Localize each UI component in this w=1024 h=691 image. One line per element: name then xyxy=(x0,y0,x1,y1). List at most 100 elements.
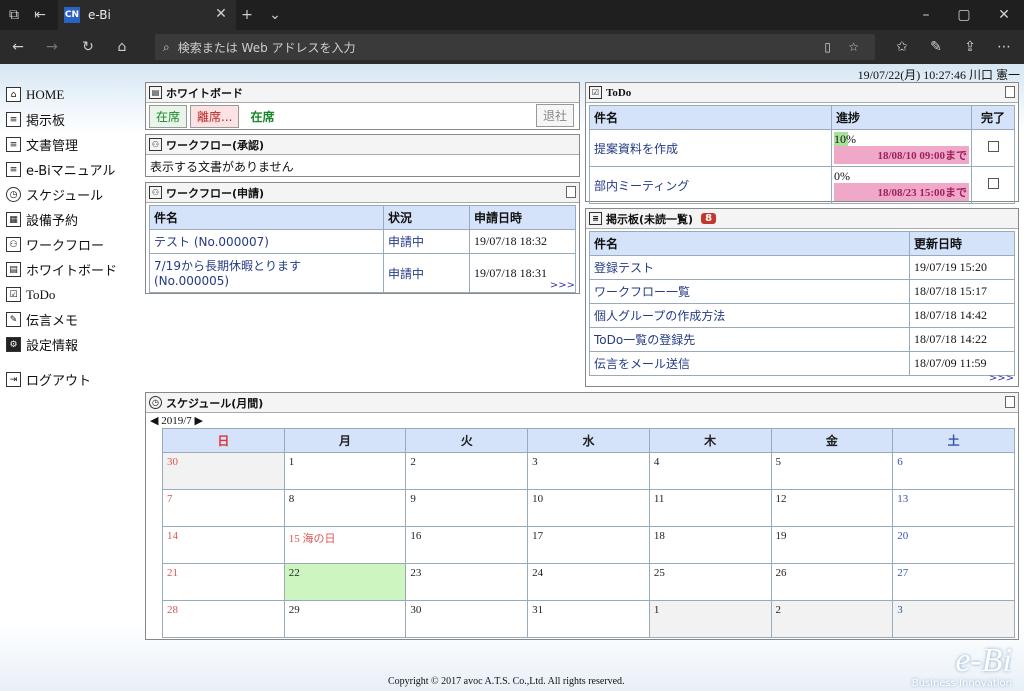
calendar-day[interactable]: 3 xyxy=(527,452,650,490)
clock-icon: ◷ xyxy=(6,187,21,202)
home-icon[interactable]: ⌂ xyxy=(112,37,132,57)
link-text[interactable]: テスト (No.000007) xyxy=(154,235,269,249)
workflow-apply-header: ⚇ ワークフロー(申請) xyxy=(146,183,579,203)
more-icon[interactable]: ⋯ xyxy=(994,37,1014,57)
done-checkbox[interactable] xyxy=(987,140,999,152)
sidebar-item-logout[interactable]: ⇥ ログアウト xyxy=(6,367,141,392)
tab-list-icon[interactable]: ⌄ xyxy=(266,6,284,24)
calendar-day[interactable]: 1 xyxy=(648,600,772,638)
calendar-day[interactable]: 31 xyxy=(527,600,650,638)
sidebar-item-settings[interactable]: ⚙ 設定情報 xyxy=(6,332,141,357)
calendar-day[interactable]: 11 xyxy=(648,489,772,527)
board-link[interactable]: 登録テスト xyxy=(594,261,654,275)
document-icon[interactable] xyxy=(1005,396,1015,408)
sidebar-item-manual[interactable]: ≡ e-Biマニュアル xyxy=(6,157,141,182)
calendar-day[interactable]: 25 xyxy=(648,563,772,601)
board-link[interactable]: 個人グループの作成方法 xyxy=(594,309,725,323)
empty-message: 表示する文書がありません xyxy=(150,160,294,174)
address-input[interactable]: ⌕ 検索または Web アドレスを入力 ▯ ☆ xyxy=(155,34,875,60)
calendar-icon: ▦ xyxy=(6,212,21,227)
board-link[interactable]: ワークフロー一覧 xyxy=(594,285,690,299)
calendar-week: 30 1 2 3 4 5 6 xyxy=(162,452,1015,490)
sidebar-item-facility[interactable]: ▦ 設備予約 xyxy=(6,207,141,232)
calendar-day[interactable]: 3 xyxy=(892,600,1015,638)
calendar-day[interactable]: 7 xyxy=(162,489,285,527)
sidebar-item-home[interactable]: ⌂ HOME xyxy=(6,82,141,107)
share-icon[interactable]: ⇪ xyxy=(960,37,980,57)
notes-icon[interactable]: ✎ xyxy=(926,37,946,57)
calendar-day[interactable]: 4 xyxy=(648,452,772,490)
panel-title: 掲示板(未読一覧) xyxy=(606,212,694,226)
board-link[interactable]: 伝言をメール送信 xyxy=(594,357,690,371)
calendar-day[interactable]: 14 xyxy=(162,526,285,564)
calendar-day[interactable]: 1 xyxy=(283,452,407,490)
present-button[interactable]: 在席 xyxy=(149,105,188,128)
maximize-icon[interactable]: ▢ xyxy=(954,6,974,24)
calendar-day[interactable]: 19 xyxy=(770,526,894,564)
more-link[interactable]: >>> xyxy=(550,280,575,291)
calendar-day[interactable]: 16 xyxy=(405,526,529,564)
sidebar-item-memo[interactable]: ✎ 伝言メモ xyxy=(6,307,141,332)
sidebar-item-todo[interactable]: ☑ ToDo xyxy=(6,282,141,307)
prev-month-icon[interactable]: ◀ xyxy=(150,415,158,427)
calendar-day[interactable]: 5 xyxy=(770,452,894,490)
sidebar-item-documents[interactable]: ≡ 文書管理 xyxy=(6,132,141,157)
todo-link[interactable]: 部内ミーティング xyxy=(594,179,689,193)
more-link[interactable]: >>> xyxy=(989,373,1014,384)
calendar-day[interactable]: 2 xyxy=(405,452,529,490)
sidebar-item-board[interactable]: ≡ 掲示板 xyxy=(6,107,141,132)
close-tab-icon[interactable]: ✕ xyxy=(214,6,228,22)
sidebar-item-schedule[interactable]: ◷ スケジュール xyxy=(6,182,141,207)
calendar-day[interactable]: 13 xyxy=(892,489,1015,527)
todo-link[interactable]: 提案資料を作成 xyxy=(594,142,678,156)
board-link[interactable]: ToDo一覧の登録先 xyxy=(594,333,695,347)
document-icon[interactable] xyxy=(566,186,576,198)
sidebar-item-whiteboard[interactable]: ▤ ホワイトボード xyxy=(6,257,141,282)
minimize-icon[interactable]: – xyxy=(916,6,936,24)
set-aside-tabs-icon[interactable]: ⇤ xyxy=(32,7,48,23)
calendar-day[interactable]: 24 xyxy=(527,563,650,601)
calendar-day[interactable]: 23 xyxy=(405,563,529,601)
calendar-day[interactable]: 12 xyxy=(770,489,894,527)
back-icon[interactable]: ← xyxy=(8,37,28,57)
calendar-day[interactable]: 27 xyxy=(892,563,1015,601)
forward-icon[interactable]: → xyxy=(42,37,62,57)
calendar-day[interactable]: 9 xyxy=(405,489,529,527)
calendar-day[interactable]: 29 xyxy=(283,600,407,638)
logout-icon: ⇥ xyxy=(6,372,21,387)
page: 19/07/22(月) 10:27:46 川口 憲一 ⌂ HOME ≡ 掲示板 ≡ 文… xyxy=(0,64,1024,691)
new-tab-icon[interactable]: + xyxy=(238,6,256,24)
favorite-star-icon[interactable]: ☆ xyxy=(848,40,859,54)
wf-subject-link[interactable]: テスト (No.000007) xyxy=(149,229,384,254)
calendar-day[interactable]: 22 xyxy=(283,563,407,601)
reading-view-icon[interactable]: ▯ xyxy=(824,40,831,54)
date-cell: 19/07/18 18:32 xyxy=(469,229,576,254)
refresh-icon[interactable]: ↻ xyxy=(78,37,98,57)
next-month-icon[interactable]: ▶ xyxy=(195,415,203,427)
away-button[interactable]: 離席... xyxy=(190,105,240,128)
link-text[interactable]: 7/19から長期休暇とります (No.000005) xyxy=(154,259,301,288)
leave-button[interactable]: 退社 xyxy=(535,104,574,127)
calendar-day[interactable]: 18 xyxy=(648,526,772,564)
active-tab[interactable]: CN e-Bi ✕ xyxy=(58,0,236,30)
calendar-day[interactable]: 6 xyxy=(892,452,1015,490)
calendar-day[interactable]: 21 xyxy=(162,563,285,601)
panel-title: ホワイトボード xyxy=(166,86,243,100)
calendar-day[interactable]: 10 xyxy=(527,489,650,527)
tab-overview-icon[interactable]: ⧉ xyxy=(6,7,22,23)
calendar-day[interactable]: 30 xyxy=(405,600,529,638)
calendar-day[interactable]: 2 xyxy=(770,600,894,638)
calendar-day[interactable]: 26 xyxy=(770,563,894,601)
wf-subject-link[interactable]: 7/19から長期休暇とります (No.000005) xyxy=(149,253,384,293)
calendar-day[interactable]: 17 xyxy=(527,526,650,564)
favorites-icon[interactable]: ✩ xyxy=(892,37,912,57)
done-checkbox[interactable] xyxy=(987,177,999,189)
window-close-icon[interactable]: ✕ xyxy=(994,6,1014,24)
calendar-day[interactable]: 28 xyxy=(162,600,285,638)
calendar-day[interactable]: 15 海の日 xyxy=(283,526,407,564)
calendar-day[interactable]: 20 xyxy=(892,526,1015,564)
calendar-day[interactable]: 30 xyxy=(162,452,285,490)
calendar-day[interactable]: 8 xyxy=(283,489,407,527)
document-icon[interactable] xyxy=(1005,86,1015,98)
sidebar-item-workflow[interactable]: ⚇ ワークフロー xyxy=(6,232,141,257)
